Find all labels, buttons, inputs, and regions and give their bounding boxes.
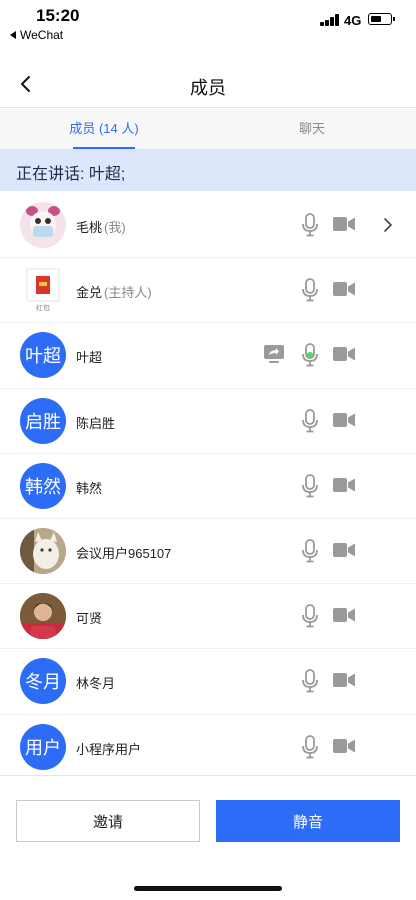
network-label: 4G [344, 13, 362, 28]
microphone-icon[interactable] [301, 278, 319, 302]
camera-icon[interactable] [333, 412, 355, 428]
avatar: 用户 [20, 723, 66, 770]
microphone-icon[interactable] [301, 343, 319, 367]
member-row[interactable]: 用户 小程序用户 [0, 715, 416, 780]
member-row[interactable]: 红包 金兑 (主持人) [0, 258, 416, 324]
microphone-icon[interactable] [301, 604, 319, 628]
avatar-initials: 冬月 [25, 672, 61, 693]
avatar [20, 202, 66, 248]
avatar [20, 527, 66, 574]
cat-photo-icon [20, 527, 66, 574]
avatar: 红包 [20, 267, 66, 314]
member-name: 叶超 [76, 347, 102, 366]
tab-members[interactable]: 成员 (14 人) [0, 109, 208, 149]
camera-icon[interactable] [333, 346, 355, 362]
avatar: 叶超 [20, 332, 66, 379]
member-row[interactable]: 韩然 韩然 [0, 454, 416, 519]
speaking-banner: 正在讲话: 叶超; [0, 149, 416, 191]
avatar-caption: 红包 [36, 305, 50, 313]
signal-icon [320, 14, 340, 26]
member-row[interactable]: 会议用户965107 [0, 519, 416, 585]
camera-icon[interactable] [333, 281, 355, 297]
nav-header: 成员 [0, 60, 416, 108]
tab-bar: 成员 (14 人) 聊天 [0, 109, 416, 149]
member-name-text: 陈启胜 [76, 415, 116, 431]
microphone-icon[interactable] [301, 408, 319, 433]
speaking-text: 正在讲话: 叶超; [16, 166, 126, 183]
member-name: 韩然 [76, 478, 102, 497]
microphone-icon[interactable] [301, 734, 319, 759]
avatar-initials: 用户 [25, 737, 61, 758]
member-name-text: 会议用户965107 [76, 545, 172, 561]
member-name: 会议用户965107 [76, 543, 171, 562]
back-to-app[interactable]: WeChat [10, 28, 63, 42]
member-row[interactable]: 启胜 陈启胜 [0, 389, 416, 454]
camera-icon[interactable] [333, 477, 355, 493]
avatar-initials: 韩然 [25, 476, 61, 497]
member-name: 金兑 (主持人) [76, 282, 152, 301]
member-name: 林冬月 [76, 673, 115, 692]
member-role: (主持人) [104, 285, 152, 301]
member-name: 可贤 [76, 608, 102, 627]
avatar-initials: 启胜 [25, 411, 61, 432]
camera-icon[interactable] [333, 607, 355, 623]
avatar [20, 593, 66, 640]
microphone-icon[interactable] [301, 669, 319, 693]
avatar: 韩然 [20, 462, 66, 509]
microphone-icon[interactable] [301, 539, 319, 563]
camera-icon[interactable] [333, 542, 355, 558]
member-name: 小程序用户 [76, 739, 141, 758]
member-row[interactable]: 可贤 [0, 584, 416, 650]
status-time: 15:20 [36, 6, 80, 25]
person-photo-icon [20, 593, 66, 640]
battery-icon [368, 13, 395, 25]
member-name-text: 林冬月 [76, 676, 116, 692]
member-row[interactable]: 叶超 叶超 [0, 323, 416, 389]
screen-share-icon [264, 345, 284, 364]
camera-icon[interactable] [333, 672, 355, 688]
chevron-right-icon[interactable] [383, 217, 393, 233]
member-name-text: 毛桃 [76, 220, 103, 235]
member-name: 毛桃 (我) [76, 217, 126, 236]
status-bar: 15:20 WeChat 4G [0, 0, 416, 44]
tab-chat[interactable]: 聊天 [208, 109, 416, 149]
avatar-initials: 叶超 [25, 346, 61, 367]
camera-icon[interactable] [333, 216, 355, 232]
microphone-icon[interactable] [301, 213, 319, 237]
avatar: 冬月 [20, 658, 66, 705]
member-name: 陈启胜 [76, 413, 115, 432]
bottom-action-bar: 邀请 静音 [0, 775, 416, 900]
member-row[interactable]: 毛桃 (我) [0, 193, 416, 259]
invite-button[interactable]: 邀请 [16, 800, 200, 842]
home-indicator [134, 886, 282, 891]
member-name-text: 韩然 [76, 480, 103, 496]
avatar: 启胜 [20, 397, 66, 444]
member-role: (我) [104, 220, 126, 235]
member-name-text: 金兑 [76, 285, 103, 301]
page-title: 成员 [190, 78, 226, 98]
member-name-text: 叶超 [76, 350, 103, 366]
member-list: 毛桃 (我) 红包 金兑 (主持人) 叶超 叶超 启胜 陈启胜 韩然 韩然 会议用户965107 可贤冬… [0, 193, 416, 780]
doll-photo-icon [20, 202, 66, 248]
member-name-text: 可贤 [76, 611, 103, 627]
mute-all-button[interactable]: 静音 [216, 800, 400, 842]
microphone-icon[interactable] [301, 473, 319, 498]
member-name-text: 小程序用户 [76, 741, 142, 757]
member-row[interactable]: 冬月 林冬月 [0, 649, 416, 715]
back-triangle-icon [10, 31, 16, 39]
camera-icon[interactable] [333, 738, 355, 754]
back-app-label: WeChat [20, 28, 64, 42]
